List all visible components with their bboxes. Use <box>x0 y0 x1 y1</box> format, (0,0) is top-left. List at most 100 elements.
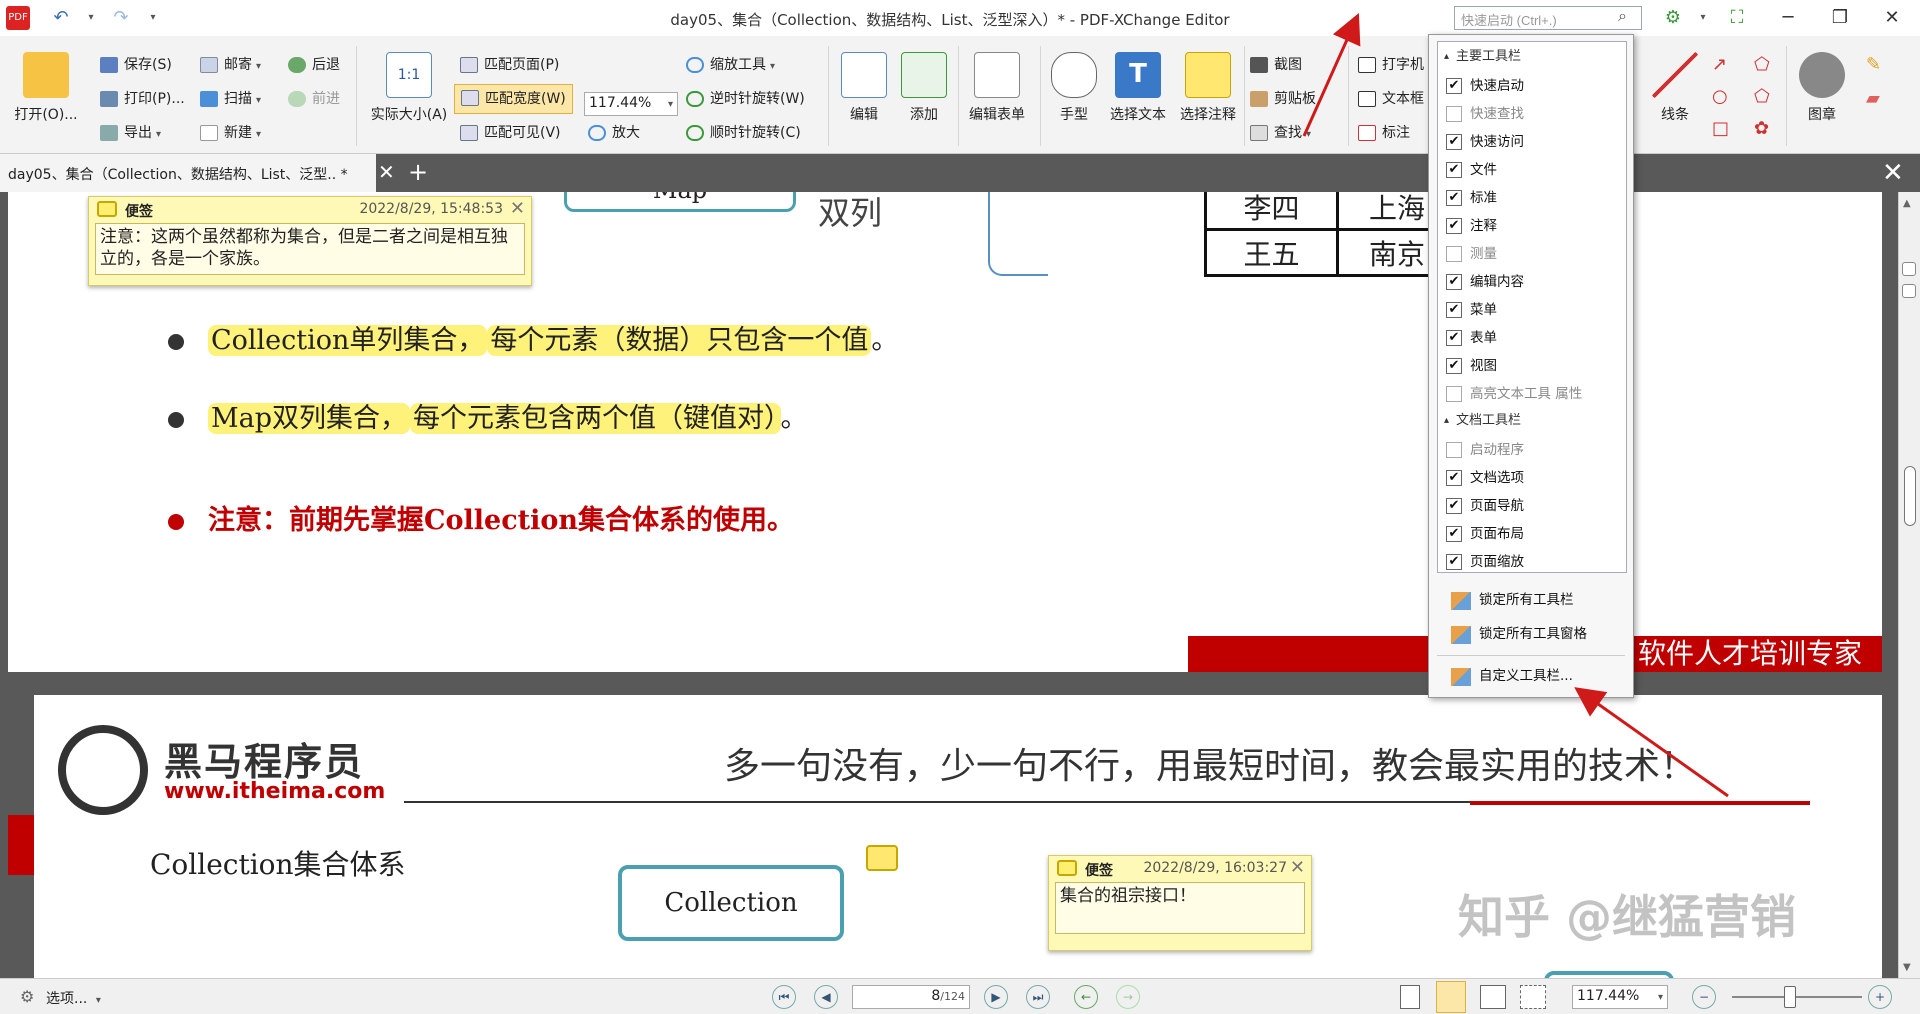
menu-item-toolbar[interactable]: ✔ 注释 <box>1446 212 1497 240</box>
single-page-icon[interactable] <box>1400 985 1420 1009</box>
toolbar-settings-dropdown-icon[interactable]: ▾ <box>1690 6 1716 30</box>
restore-button[interactable]: ❐ <box>1820 4 1860 32</box>
checkbox-checked[interactable]: ✔ <box>1446 78 1462 94</box>
page-number-input[interactable]: 8/124 <box>852 985 970 1009</box>
two-page-continuous-icon[interactable] <box>1520 985 1546 1009</box>
line-tool-button[interactable]: 线条 <box>1644 52 1706 124</box>
fit-visible-button[interactable]: 匹配可见(V) <box>460 120 561 146</box>
scroll-up-icon[interactable]: ▲ <box>1903 198 1911 209</box>
arrow-tool-icon[interactable]: ↗ <box>1712 52 1727 78</box>
edit-button[interactable]: 编辑 <box>836 52 892 124</box>
back-button[interactable]: 后退 <box>288 52 340 78</box>
menu-group-main-toolbars[interactable]: 主要工具栏 <box>1440 46 1624 68</box>
select-text-button[interactable]: T 选择文本 <box>1104 52 1172 124</box>
menu-item-toolbar[interactable]: ✔ 快速访问 <box>1446 128 1524 156</box>
menu-item-toolbar[interactable]: ✔ 页面缩放 <box>1446 548 1524 576</box>
cloud-tool-icon[interactable]: ✿ <box>1754 116 1769 142</box>
menu-item-toolbar[interactable]: 启动程序 <box>1446 436 1524 464</box>
zoom-in-icon[interactable]: + <box>1868 985 1892 1009</box>
actual-size-button[interactable]: 1:1 实际大小(A) <box>366 52 452 124</box>
checkbox-checked[interactable]: ✔ <box>1446 554 1462 570</box>
menu-item-toolbar[interactable]: ✔ 编辑内容 <box>1446 268 1524 296</box>
menu-item-toolbar[interactable]: 快速查找 <box>1446 100 1524 128</box>
minimize-button[interactable]: ─ <box>1768 4 1808 32</box>
options-button[interactable]: 选项... ▾ <box>46 988 101 1008</box>
select-annotation-button[interactable]: 选择注释 <box>1174 52 1242 124</box>
checkbox-checked[interactable]: ✔ <box>1446 470 1462 486</box>
checkbox-checked[interactable]: ✔ <box>1446 162 1462 178</box>
zoom-out-icon[interactable]: − <box>1692 985 1716 1009</box>
menu-item-toolbar[interactable]: 测量 <box>1446 240 1497 268</box>
close-tab-icon[interactable]: ✕ <box>378 160 395 184</box>
scan-button[interactable]: 扫描 ▾ <box>200 86 261 112</box>
mail-button[interactable]: 邮寄 ▾ <box>200 52 261 78</box>
menu-group-document-toolbars[interactable]: 文档工具栏 <box>1440 410 1624 432</box>
note-body[interactable]: 集合的祖宗接口！ <box>1055 882 1305 934</box>
lock-all-toolbars-item[interactable]: 锁定所有工具栏 <box>1451 585 1574 615</box>
note-marker-icon[interactable] <box>866 845 898 871</box>
find-button[interactable]: 查找 ▾ <box>1250 120 1311 146</box>
rectangle-tool-icon[interactable]: □ <box>1712 116 1729 142</box>
scroll-marker[interactable] <box>1902 262 1916 276</box>
stamp-button[interactable]: 图章 <box>1792 52 1852 124</box>
checkbox-checked[interactable]: ✔ <box>1446 190 1462 206</box>
scroll-thumb[interactable] <box>1904 466 1916 526</box>
callout-button[interactable]: 标注 <box>1358 120 1410 146</box>
polygon-tool-icon[interactable]: ⬠ <box>1754 52 1770 78</box>
close-note-icon[interactable]: ✕ <box>510 198 525 219</box>
sticky-note[interactable]: 便签 2022/8/29, 15:48:53 ✕ 注意：这两个虽然都称为集合，但… <box>88 196 532 286</box>
status-zoom-select[interactable]: 117.44% ▾ <box>1572 985 1668 1009</box>
two-page-icon[interactable] <box>1480 985 1506 1009</box>
vertical-scrollbar[interactable]: ▲ ▼ <box>1898 192 1920 978</box>
scroll-marker[interactable] <box>1902 284 1916 298</box>
snapshot-button[interactable]: 截图 <box>1250 52 1302 78</box>
typewriter-button[interactable]: 打字机 <box>1358 52 1424 78</box>
textbox-button[interactable]: 文本框 <box>1358 86 1424 112</box>
checkbox-checked[interactable]: ✔ <box>1446 526 1462 542</box>
menu-item-toolbar[interactable]: ✔ 菜单 <box>1446 296 1497 324</box>
menu-item-toolbar[interactable]: ✔ 文档选项 <box>1446 464 1524 492</box>
first-page-icon[interactable]: ⏮ <box>772 985 796 1009</box>
menu-item-toolbar[interactable]: ✔ 页面导航 <box>1446 492 1524 520</box>
zoom-in-button[interactable]: 放大 <box>588 120 640 146</box>
pentagon-tool-icon[interactable]: ⬠ <box>1754 84 1770 110</box>
next-view-icon[interactable]: → <box>1116 985 1140 1009</box>
menu-item-toolbar[interactable]: ✔ 页面布局 <box>1446 520 1524 548</box>
checkbox-unchecked[interactable] <box>1446 442 1462 458</box>
menu-item-toolbar[interactable]: ✔ 标准 <box>1446 184 1497 212</box>
clipboard-button[interactable]: 剪贴板 <box>1250 86 1316 112</box>
checkbox-checked[interactable]: ✔ <box>1446 330 1462 346</box>
document-tab[interactable]: day05、集合（Collection、数据结构、List、泛型.. * <box>0 154 376 192</box>
zoom-tool-button[interactable]: 缩放工具 ▾ <box>686 52 775 78</box>
rotate-cw-button[interactable]: 顺时针旋转(C) <box>686 120 801 146</box>
menu-item-toolbar[interactable]: ✔ 文件 <box>1446 156 1497 184</box>
checkbox-checked[interactable]: ✔ <box>1446 134 1462 150</box>
checkbox-unchecked[interactable] <box>1446 386 1462 402</box>
zoom-select[interactable]: 117.44% ▾ <box>584 92 678 116</box>
print-button[interactable]: 打印(P)... <box>100 86 185 112</box>
lock-all-panes-item[interactable]: 锁定所有工具窗格 <box>1451 619 1587 649</box>
open-button[interactable]: 打开(O)... <box>10 52 82 124</box>
save-button[interactable]: 保存(S) <box>100 52 172 78</box>
continuous-page-icon[interactable] <box>1436 981 1466 1013</box>
previous-view-icon[interactable]: ← <box>1074 985 1098 1009</box>
menu-item-toolbar[interactable]: ✔ 视图 <box>1446 352 1497 380</box>
pencil-tool-icon[interactable]: ✎ <box>1866 52 1881 78</box>
options-gear-icon[interactable]: ⚙ <box>20 987 34 1006</box>
edit-form-button[interactable]: 编辑表单 <box>964 52 1030 124</box>
checkbox-checked[interactable]: ✔ <box>1446 302 1462 318</box>
fit-width-button[interactable]: 匹配宽度(W) <box>454 84 573 114</box>
circle-tool-icon[interactable]: ○ <box>1712 84 1728 110</box>
toolbar-settings-icon[interactable]: ⚙ <box>1660 6 1686 30</box>
new-tab-icon[interactable]: + <box>408 158 428 186</box>
previous-page-icon[interactable]: ◀ <box>814 985 838 1009</box>
menu-item-toolbar[interactable]: 高亮文本工具 属性 <box>1446 380 1582 408</box>
checkbox-unchecked[interactable] <box>1446 106 1462 122</box>
last-page-icon[interactable]: ⏭ <box>1026 985 1050 1009</box>
quick-launch-input[interactable]: 快速启动 (Ctrl+.) <box>1454 6 1642 30</box>
search-icon[interactable]: ⌕ <box>1618 6 1627 26</box>
hand-tool-button[interactable]: 手型 <box>1048 52 1100 124</box>
add-button[interactable]: 添加 <box>896 52 952 124</box>
fit-page-button[interactable]: 匹配页面(P) <box>460 52 559 78</box>
zoom-slider-track[interactable] <box>1732 996 1862 998</box>
